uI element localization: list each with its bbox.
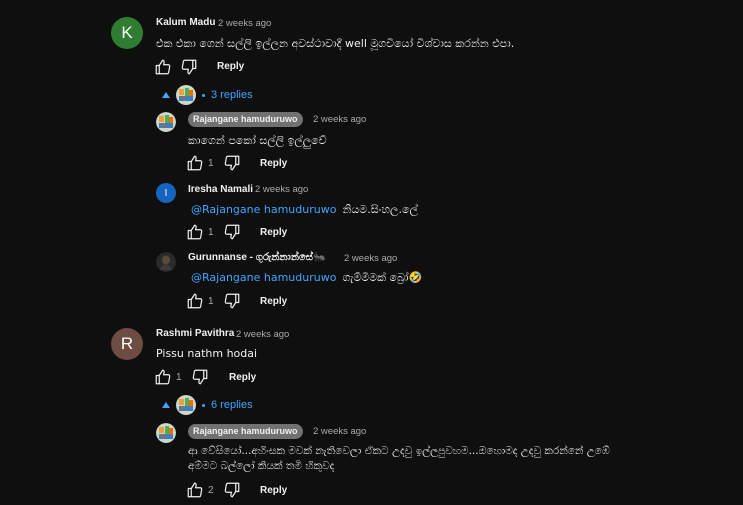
reply-button[interactable]: Reply xyxy=(229,372,256,383)
comment-author[interactable]: Gurunnanse - ගුරුන්නාන්සේ🐜 xyxy=(188,252,325,263)
replies-toggle[interactable]: 3 replies xyxy=(162,85,253,105)
thumb-down-icon[interactable] xyxy=(191,368,209,386)
mention-link[interactable]: @Rajangane hamuduruwo xyxy=(191,203,336,216)
thumb-down-icon[interactable] xyxy=(180,58,198,76)
caret-up-icon xyxy=(162,402,170,408)
like-count: 1 xyxy=(176,372,182,383)
comment-timestamp[interactable]: 2 weeks ago xyxy=(236,329,289,340)
replies-count-label: 6 replies xyxy=(211,399,253,411)
reply-button[interactable]: Reply xyxy=(260,158,287,169)
comment-timestamp[interactable]: 2 weeks ago xyxy=(218,18,271,29)
reply-text-line-2: අම්මට බල්ලෝ කියක් තමි හිකුවද xyxy=(188,460,335,472)
thumb-up-icon[interactable] xyxy=(186,154,204,172)
comment-timestamp[interactable]: 2 weeks ago xyxy=(344,253,397,264)
reply-text-line-1: ආ වේසියෝ...අහිංසක මවක් නැතිවෙලා ඒකට උදවු… xyxy=(188,445,610,457)
like-count: 1 xyxy=(208,158,214,169)
creator-author-chip[interactable]: Rajangane hamuduruwo xyxy=(188,424,303,439)
reply-body: නියම.සිංහල.ලේ xyxy=(342,203,418,216)
reply-text: @Rajangane hamuduruwo නියම.සිංහල.ලේ xyxy=(191,202,418,217)
reply-text: @Rajangane hamuduruwo ගැම්මිමක් බ්‍රෝ🤣 xyxy=(191,270,422,285)
comment-author[interactable]: Kalum Madu xyxy=(156,17,215,28)
comment-timestamp[interactable]: 2 weeks ago xyxy=(313,114,366,125)
reply-button[interactable]: Reply xyxy=(260,227,287,238)
dot-separator xyxy=(202,93,205,97)
comment-text: එක එකා ගෙන් සල්ලි ඉල්ලන අවස්ථාවාදී well … xyxy=(156,37,515,50)
like-count: 2 xyxy=(208,485,214,496)
thumb-down-icon[interactable] xyxy=(223,481,241,499)
comment-author[interactable]: Rashmi Pavithra xyxy=(156,328,234,339)
like-count: 1 xyxy=(208,296,214,307)
comment-timestamp[interactable]: 2 weeks ago xyxy=(313,426,366,437)
mention-link[interactable]: @Rajangane hamuduruwo xyxy=(191,271,336,284)
avatar[interactable] xyxy=(156,112,176,132)
dot-separator xyxy=(202,403,205,407)
avatar[interactable] xyxy=(156,252,176,272)
thumb-up-icon[interactable] xyxy=(154,368,172,386)
thumb-down-icon[interactable] xyxy=(223,292,241,310)
reply-body: ගැම්මිමක් බ්‍රෝ🤣 xyxy=(342,271,423,284)
thumb-up-icon[interactable] xyxy=(186,481,204,499)
avatar[interactable] xyxy=(156,423,176,443)
replies-count-label: 3 replies xyxy=(211,89,253,101)
like-count: 1 xyxy=(208,227,214,238)
reply-text: කාගෙන් පකෝ සල්ලි ඉල්ලුවේ xyxy=(188,134,327,147)
comment-timestamp[interactable]: 2 weeks ago xyxy=(255,184,308,195)
creator-author-chip[interactable]: Rajangane hamuduruwo xyxy=(188,112,303,127)
creator-avatar xyxy=(176,85,196,105)
reply-button[interactable]: Reply xyxy=(260,485,287,496)
thumb-down-icon[interactable] xyxy=(223,223,241,241)
avatar[interactable]: K xyxy=(111,17,143,49)
thumb-up-icon[interactable] xyxy=(154,58,172,76)
comment-author[interactable]: Iresha Namali xyxy=(188,184,253,195)
comment-text: Pissu nathm hodai xyxy=(156,347,258,360)
caret-up-icon xyxy=(162,92,170,98)
thumb-down-icon[interactable] xyxy=(223,154,241,172)
avatar[interactable]: R xyxy=(111,328,143,360)
replies-toggle[interactable]: 6 replies xyxy=(162,395,253,415)
avatar[interactable]: I xyxy=(156,183,176,203)
reply-button[interactable]: Reply xyxy=(260,296,287,307)
creator-avatar xyxy=(176,395,196,415)
thumb-up-icon[interactable] xyxy=(186,223,204,241)
thumb-up-icon[interactable] xyxy=(186,292,204,310)
reply-button[interactable]: Reply xyxy=(217,61,244,72)
